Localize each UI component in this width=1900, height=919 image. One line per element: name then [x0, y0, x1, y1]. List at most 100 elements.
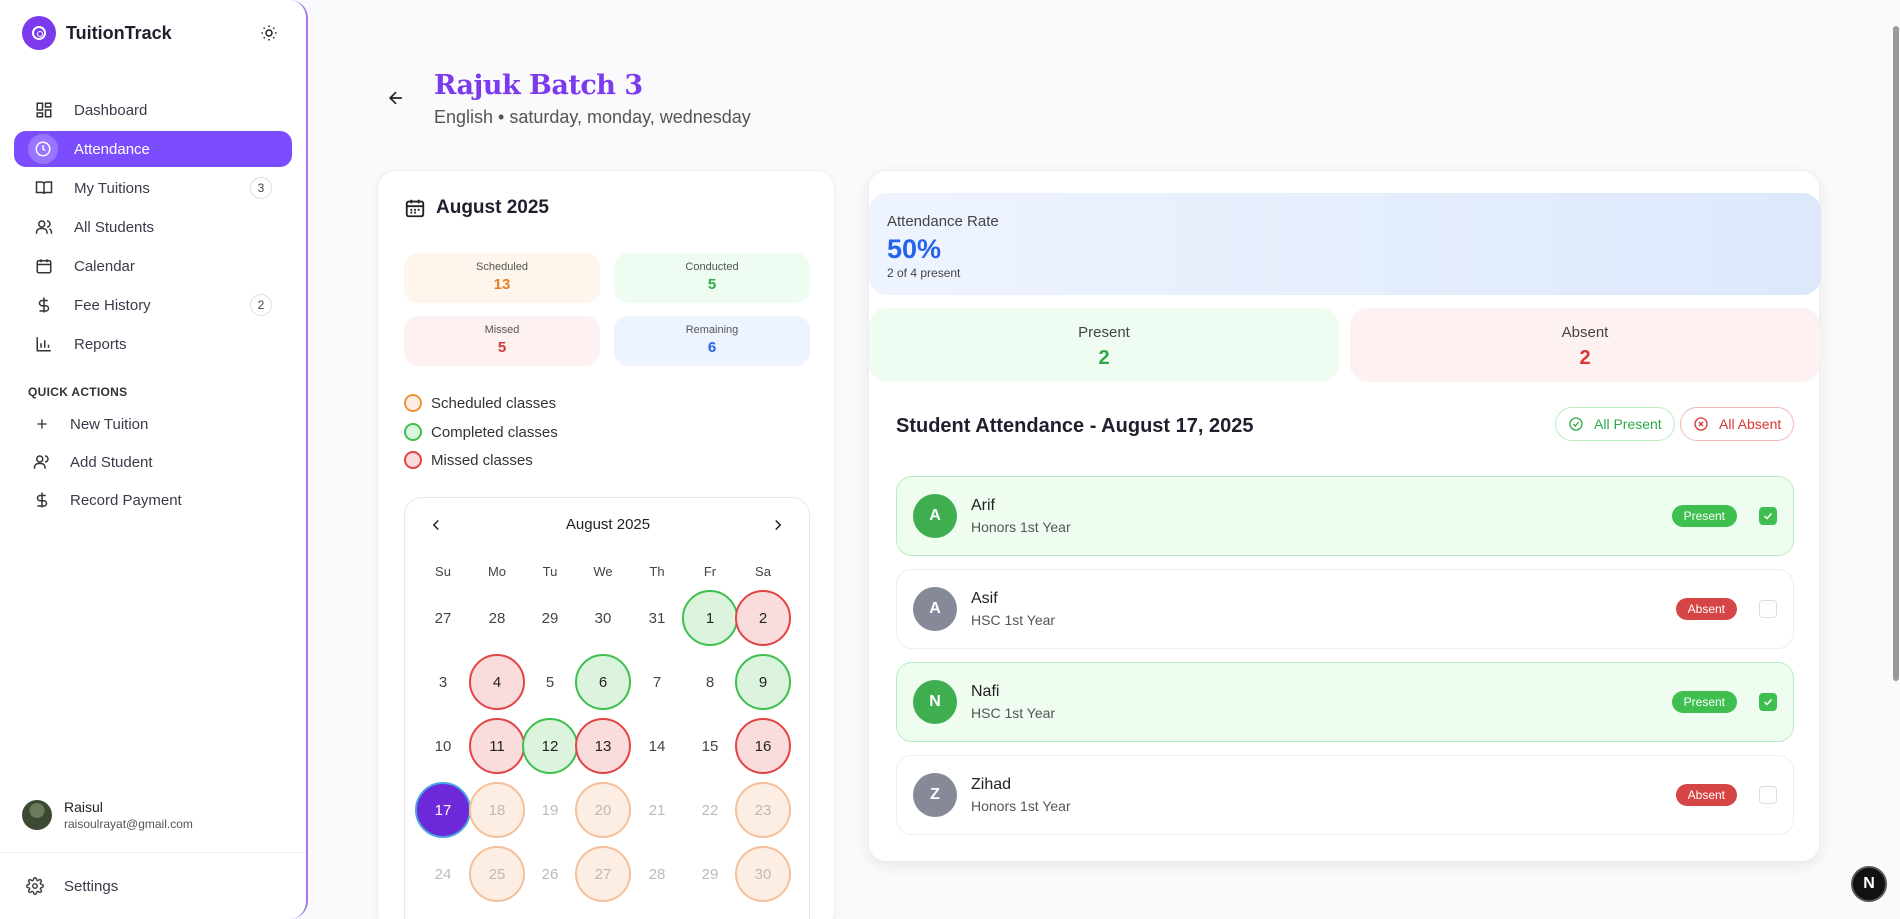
- calendar-day[interactable]: 7: [629, 654, 685, 710]
- attendance-checkbox[interactable]: [1759, 693, 1777, 711]
- user-email: raisoulrayat@gmail.com: [64, 817, 193, 831]
- calendar-day[interactable]: 28: [469, 590, 525, 646]
- calendar-day[interactable]: 17: [415, 782, 471, 838]
- calendar-day[interactable]: 9: [735, 654, 791, 710]
- settings-button[interactable]: Settings: [0, 852, 306, 919]
- logo-icon: [22, 16, 56, 50]
- calendar-day[interactable]: 15: [682, 718, 738, 774]
- calendar-day[interactable]: 28: [629, 846, 685, 902]
- user-profile[interactable]: Raisul raisoulrayat@gmail.com: [22, 799, 193, 831]
- sidebar-item-dashboard[interactable]: Dashboard: [14, 92, 292, 128]
- scrollbar-thumb[interactable]: [1893, 26, 1899, 681]
- check-icon: [1763, 512, 1773, 520]
- present-count-card: Present 2: [869, 308, 1339, 382]
- quick-action-label: New Tuition: [70, 415, 149, 433]
- calendar-day[interactable]: 21: [629, 782, 685, 838]
- stat-value: 13: [493, 276, 511, 293]
- brand: TuitionTrack: [0, 0, 306, 66]
- stat-label: Conducted: [685, 261, 739, 273]
- calendar-day[interactable]: 29: [682, 846, 738, 902]
- calendar-day[interactable]: 12: [522, 718, 578, 774]
- add-student-button[interactable]: Add Student: [0, 443, 306, 481]
- student-attendance-title: Student Attendance - August 17, 2025: [896, 415, 1254, 437]
- calendar-day[interactable]: 11: [469, 718, 525, 774]
- stat-conducted: Conducted 5: [614, 253, 810, 303]
- all-absent-button[interactable]: All Absent: [1680, 407, 1795, 441]
- student-row-nafi[interactable]: N Nafi HSC 1st Year Present: [896, 662, 1794, 742]
- sidebar-item-label: All Students: [74, 218, 155, 236]
- calendar-day[interactable]: 14: [629, 718, 685, 774]
- weekday-th: Th: [649, 564, 665, 579]
- student-row-zihad[interactable]: Z Zihad Honors 1st Year Absent: [896, 755, 1794, 835]
- attendance-checkbox[interactable]: [1759, 786, 1777, 804]
- present-value: 2: [1098, 347, 1110, 369]
- calendar-day[interactable]: 5: [522, 654, 578, 710]
- calendar-day[interactable]: 31: [629, 590, 685, 646]
- calendar-day[interactable]: 29: [522, 590, 578, 646]
- rate-sub: 2 of 4 present: [887, 266, 961, 280]
- new-tuition-button[interactable]: New Tuition: [0, 405, 306, 443]
- weekday-sa: Sa: [755, 564, 771, 579]
- next-month-button[interactable]: [769, 516, 789, 536]
- dev-tools-button[interactable]: N: [1851, 866, 1887, 902]
- student-row-asif[interactable]: A Asif HSC 1st Year Absent: [896, 569, 1794, 649]
- all-present-button[interactable]: All Present: [1555, 407, 1675, 441]
- calendar-day[interactable]: 23: [735, 782, 791, 838]
- calendar-day[interactable]: 26: [522, 846, 578, 902]
- student-row-arif[interactable]: A Arif Honors 1st Year Present: [896, 476, 1794, 556]
- back-button[interactable]: [386, 88, 410, 112]
- calendar-day[interactable]: 20: [575, 782, 631, 838]
- calendar-day[interactable]: 30: [575, 590, 631, 646]
- calendar-day[interactable]: 25: [469, 846, 525, 902]
- legend-missed: Missed classes: [404, 451, 533, 469]
- calendar-day[interactable]: 16: [735, 718, 791, 774]
- avatar: A: [913, 587, 957, 631]
- calendar-day[interactable]: 13: [575, 718, 631, 774]
- attendance-checkbox[interactable]: [1759, 507, 1777, 525]
- calendar-day[interactable]: 27: [415, 590, 471, 646]
- status-badge: Absent: [1675, 784, 1737, 806]
- page-subtitle: English • saturday, monday, wednesday: [434, 107, 751, 127]
- calendar-day[interactable]: 2: [735, 590, 791, 646]
- sidebar-item-all-students[interactable]: All Students: [14, 209, 292, 245]
- calendar-day[interactable]: 19: [522, 782, 578, 838]
- attendance-checkbox[interactable]: [1759, 600, 1777, 618]
- student-class: Honors 1st Year: [971, 519, 1071, 535]
- legend-dot: [404, 451, 422, 469]
- arrow-left-icon: [388, 91, 402, 105]
- sidebar-item-label: Fee History: [74, 296, 151, 314]
- legend-dot: [404, 423, 422, 441]
- dashboard-icon: [34, 100, 54, 120]
- sidebar-item-calendar[interactable]: Calendar: [14, 248, 292, 284]
- calendar-day[interactable]: 8: [682, 654, 738, 710]
- absent-count-card: Absent 2: [1350, 308, 1820, 382]
- dollar-icon: [34, 295, 54, 315]
- record-payment-button[interactable]: Record Payment: [0, 481, 306, 519]
- calendar-day[interactable]: 22: [682, 782, 738, 838]
- sidebar: TuitionTrack Dashboard Attendance My Tui…: [0, 0, 308, 919]
- avatar: N: [913, 680, 957, 724]
- sidebar-item-attendance[interactable]: Attendance: [14, 131, 292, 167]
- all-absent-label: All Absent: [1719, 416, 1782, 432]
- all-present-label: All Present: [1594, 416, 1662, 432]
- status-badge: Present: [1671, 691, 1737, 713]
- calendar-day[interactable]: 4: [469, 654, 525, 710]
- calendar-day[interactable]: 27: [575, 846, 631, 902]
- calendar-day[interactable]: 10: [415, 718, 471, 774]
- sidebar-item-reports[interactable]: Reports: [14, 326, 292, 362]
- calendar-day[interactable]: 6: [575, 654, 631, 710]
- student-info: Nafi HSC 1st Year: [971, 683, 1672, 721]
- calendar-day[interactable]: 1: [682, 590, 738, 646]
- avatar: A: [913, 494, 957, 538]
- calendar-day[interactable]: 18: [469, 782, 525, 838]
- sidebar-item-my-tuitions[interactable]: My Tuitions 3: [14, 170, 292, 206]
- calendar-day[interactable]: 3: [415, 654, 471, 710]
- legend-scheduled: Scheduled classes: [404, 394, 556, 412]
- theme-toggle-button[interactable]: [254, 18, 284, 48]
- calendar-day[interactable]: 24: [415, 846, 471, 902]
- weekday-fr: Fr: [703, 564, 717, 579]
- calendar-day[interactable]: 30: [735, 846, 791, 902]
- sidebar-item-fee-history[interactable]: Fee History 2: [14, 287, 292, 323]
- stat-value: 6: [707, 339, 717, 356]
- month-title: August 2025: [436, 197, 549, 218]
